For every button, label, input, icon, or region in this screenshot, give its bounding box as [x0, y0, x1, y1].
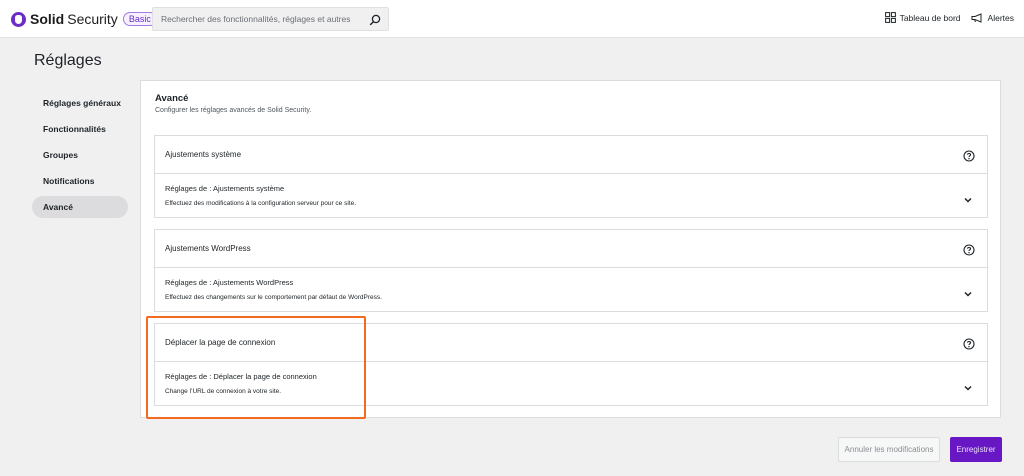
card-header: Déplacer la page de connexion	[155, 324, 987, 362]
top-actions: Tableau de bord Alertes	[875, 12, 1014, 23]
save-button[interactable]: Enregistrer	[950, 437, 1002, 462]
dashboard-label: Tableau de bord	[899, 12, 961, 23]
sidebar-item-advanced[interactable]: Avancé	[32, 196, 128, 218]
advanced-settings-panel: Avancé Configurer les réglages avancés d…	[140, 80, 1001, 418]
settings-row-hide-backend[interactable]: Réglages de : Déplacer la page de connex…	[155, 362, 987, 405]
row-description: Effectuez des changements sur le comport…	[165, 294, 382, 301]
chevron-down-icon[interactable]	[963, 191, 973, 203]
panel-description: Configurer les réglages avancés de Solid…	[155, 107, 312, 114]
search-input[interactable]	[161, 11, 361, 27]
card-title: Ajustements WordPress	[165, 244, 251, 253]
wordpress-tweaks-card: Ajustements WordPress Réglages de : Ajus…	[154, 229, 988, 312]
card-title: Ajustements système	[165, 150, 242, 159]
sidebar-item-notifications[interactable]: Notifications	[32, 170, 128, 192]
settings-sidebar: Réglages généraux Fonctionnalités Groupe…	[32, 92, 128, 222]
sidebar-item-groups[interactable]: Groupes	[32, 144, 128, 166]
panel-header: Avancé Configurer les réglages avancés d…	[155, 93, 311, 114]
alerts-link[interactable]: Alertes	[971, 13, 1014, 23]
row-description: Effectuez des modifications à la configu…	[165, 200, 357, 207]
settings-row-wordpress-tweaks[interactable]: Réglages de : Ajustements WordPress Effe…	[155, 268, 987, 311]
row-title: Réglages de : Ajustements système	[165, 184, 285, 193]
hide-backend-card: Déplacer la page de connexion Réglages d…	[154, 323, 988, 406]
cancel-changes-button[interactable]: Annuler les modifications	[838, 437, 940, 462]
system-tweaks-card: Ajustements système Réglages de : Ajuste…	[154, 135, 988, 218]
help-icon[interactable]	[963, 337, 975, 350]
megaphone-icon	[971, 12, 982, 23]
card-header: Ajustements WordPress	[155, 230, 987, 268]
row-title: Réglages de : Ajustements WordPress	[165, 278, 294, 287]
help-icon[interactable]	[963, 243, 975, 256]
chevron-down-icon[interactable]	[963, 379, 973, 391]
search-box	[152, 7, 389, 31]
row-description: Change l’URL de connexion à votre site.	[165, 388, 282, 395]
search-icon[interactable]	[368, 13, 382, 27]
brand-name-regular: Security	[67, 11, 118, 27]
page-title: Réglages	[34, 52, 102, 69]
dashboard-link[interactable]: Tableau de bord	[884, 12, 961, 23]
settings-row-system-tweaks[interactable]: Réglages de : Ajustements système Effect…	[155, 174, 987, 217]
card-title: Déplacer la page de connexion	[165, 338, 276, 347]
chevron-down-icon[interactable]	[963, 285, 973, 297]
row-title: Réglages de : Déplacer la page de connex…	[165, 372, 317, 381]
sidebar-item-features[interactable]: Fonctionnalités	[32, 118, 128, 140]
panel-title: Avancé	[155, 93, 189, 104]
dashboard-icon	[884, 12, 896, 23]
sidebar-item-general[interactable]: Réglages généraux	[32, 92, 128, 114]
help-icon[interactable]	[963, 149, 975, 162]
solid-security-logo[interactable]: Solid Security Basic	[11, 10, 157, 28]
card-header: Ajustements système	[155, 136, 987, 174]
top-bar: Solid Security Basic Tableau de bord Ale…	[0, 0, 1024, 38]
shield-logo-icon	[11, 11, 26, 27]
alerts-label: Alertes	[987, 12, 1014, 23]
brand-name-bold: Solid	[30, 11, 65, 27]
